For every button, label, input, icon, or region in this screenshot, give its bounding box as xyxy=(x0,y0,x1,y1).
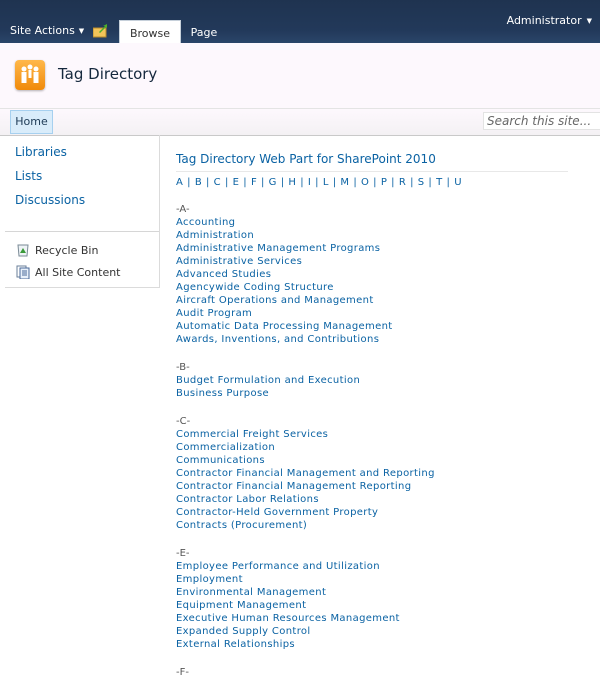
letter-link-a[interactable]: A xyxy=(176,177,183,188)
tag-link[interactable]: External Relationships xyxy=(176,638,576,651)
tag-link[interactable]: Aircraft Operations and Management xyxy=(176,294,576,307)
tag-link[interactable]: Awards, Inventions, and Contributions xyxy=(176,333,576,346)
tag-link[interactable]: Contractor Labor Relations xyxy=(176,493,576,506)
quick-launch-lists[interactable]: Lists xyxy=(15,169,42,183)
quick-launch-discussions[interactable]: Discussions xyxy=(15,193,85,207)
letter-link-u[interactable]: U xyxy=(454,177,462,188)
letter-separator: | xyxy=(243,177,247,188)
site-logo-icon[interactable] xyxy=(15,60,45,90)
letter-link-e[interactable]: E xyxy=(233,177,240,188)
recycle-bin-link[interactable]: Recycle Bin xyxy=(16,243,98,257)
letter-link-t[interactable]: T xyxy=(436,177,442,188)
letter-link-m[interactable]: M xyxy=(340,177,349,188)
tag-link[interactable]: Contracts (Procurement) xyxy=(176,519,576,532)
tag-group: -E- Employee Performance and Utilization E… xyxy=(176,547,576,651)
quick-launch-libraries[interactable]: Libraries xyxy=(15,145,67,159)
chevron-down-icon: ▼ xyxy=(586,17,592,25)
letter-separator: | xyxy=(373,177,377,188)
tag-group: -C- Commercial Freight Services Commercial… xyxy=(176,415,576,532)
tag-link[interactable]: Administrative Management Programs xyxy=(176,242,576,255)
group-heading: -C- xyxy=(176,416,191,427)
top-navigation: Home xyxy=(0,108,600,136)
tag-link[interactable]: Administrative Services xyxy=(176,255,576,268)
tag-link[interactable]: Contractor-Held Government Property xyxy=(176,506,576,519)
tag-link[interactable]: Environmental Management xyxy=(176,586,576,599)
navigate-up-icon[interactable] xyxy=(93,24,109,38)
ribbon-bar: Site Actions ▼ Browse Page Administrator ▼ xyxy=(0,0,600,44)
webpart-title: Tag Directory Web Part for SharePoint 20… xyxy=(176,152,568,172)
letter-separator: | xyxy=(224,177,229,188)
tag-link[interactable]: Agencywide Coding Structure xyxy=(176,281,576,294)
tag-group: -F- xyxy=(176,666,576,679)
letter-link-s[interactable]: S xyxy=(418,177,425,188)
letter-separator: | xyxy=(187,177,191,188)
tag-link[interactable]: Employee Performance and Utilization xyxy=(176,560,576,573)
user-name: Administrator xyxy=(506,14,582,27)
letter-separator: | xyxy=(315,177,319,188)
tag-link[interactable]: Contractor Financial Management Reportin… xyxy=(176,480,576,493)
user-menu[interactable]: Administrator ▼ xyxy=(507,14,592,27)
group-heading: -E- xyxy=(176,548,190,559)
tag-link[interactable]: Audit Program xyxy=(176,307,576,320)
chevron-down-icon: ▼ xyxy=(78,27,85,35)
tag-link[interactable]: Accounting xyxy=(176,216,576,229)
tag-link[interactable]: Business Purpose xyxy=(176,387,576,400)
letter-link-o[interactable]: O xyxy=(361,177,369,188)
recycle-bin-icon xyxy=(17,244,29,257)
title-area: Tag Directory xyxy=(0,43,600,108)
tab-page[interactable]: Page xyxy=(182,20,226,43)
letter-separator: | xyxy=(261,177,265,188)
all-site-content-link[interactable]: All Site Content xyxy=(16,265,121,279)
tag-group: -A- Accounting Administration Administrativ… xyxy=(176,203,576,346)
group-heading: -B- xyxy=(176,362,190,373)
tag-link[interactable]: Commercial Freight Services xyxy=(176,428,576,441)
group-heading: -F- xyxy=(176,667,189,678)
tag-link[interactable]: Executive Human Resources Management xyxy=(176,612,576,625)
letter-link-r[interactable]: R xyxy=(399,177,406,188)
letter-separator: | xyxy=(300,177,304,188)
letter-separator: | xyxy=(410,177,414,188)
letter-link-b[interactable]: B xyxy=(195,177,202,188)
site-content-icon xyxy=(16,265,30,279)
site-actions-label: Site Actions xyxy=(10,24,75,37)
recycle-bin-label: Recycle Bin xyxy=(35,244,99,257)
letter-link-g[interactable]: G xyxy=(269,177,277,188)
letter-separator: | xyxy=(353,177,357,188)
tab-browse[interactable]: Browse xyxy=(119,20,181,44)
letter-index: A | B | C | E | F | G | H | I | L | M | O | P | R | S | T | U xyxy=(176,177,576,188)
tag-link[interactable]: Commercialization xyxy=(176,441,576,454)
search-input[interactable] xyxy=(483,112,600,130)
tag-group: -B- Budget Formulation and Execution Busin… xyxy=(176,361,576,400)
letter-link-i[interactable]: I xyxy=(308,177,311,188)
letter-separator: | xyxy=(391,177,395,188)
tag-link[interactable]: Equipment Management xyxy=(176,599,576,612)
all-site-content-label: All Site Content xyxy=(35,266,121,279)
quick-launch: Libraries Lists Discussions Recycle Bin … xyxy=(5,135,160,288)
tag-link[interactable]: Administration xyxy=(176,229,576,242)
tag-link[interactable]: Communications xyxy=(176,454,576,467)
tag-link[interactable]: Budget Formulation and Execution xyxy=(176,374,576,387)
letter-separator: | xyxy=(428,177,433,188)
letter-link-l[interactable]: L xyxy=(323,177,329,188)
letter-separator: | xyxy=(206,177,210,188)
tag-link[interactable]: Expanded Supply Control xyxy=(176,625,576,638)
tag-directory-webpart: Tag Directory Web Part for SharePoint 20… xyxy=(176,152,576,679)
letter-link-c[interactable]: C xyxy=(214,177,221,188)
tag-link[interactable]: Employment xyxy=(176,573,576,586)
letter-link-h[interactable]: H xyxy=(288,177,296,188)
letter-link-f[interactable]: F xyxy=(251,177,257,188)
site-actions-menu[interactable]: Site Actions ▼ xyxy=(10,24,84,37)
letter-separator: | xyxy=(280,177,285,188)
nav-home[interactable]: Home xyxy=(10,110,53,134)
tag-link[interactable]: Contractor Financial Management and Repo… xyxy=(176,467,576,480)
letter-separator: | xyxy=(446,177,451,188)
tag-link[interactable]: Advanced Studies xyxy=(176,268,576,281)
quick-launch-divider xyxy=(5,231,159,232)
group-heading: -A- xyxy=(176,204,190,215)
tag-link[interactable]: Automatic Data Processing Management xyxy=(176,320,576,333)
tag-groups: -A- Accounting Administration Administrativ… xyxy=(176,203,576,679)
letter-link-p[interactable]: P xyxy=(381,177,387,188)
site-title[interactable]: Tag Directory xyxy=(58,65,157,83)
letter-separator: | xyxy=(332,177,337,188)
